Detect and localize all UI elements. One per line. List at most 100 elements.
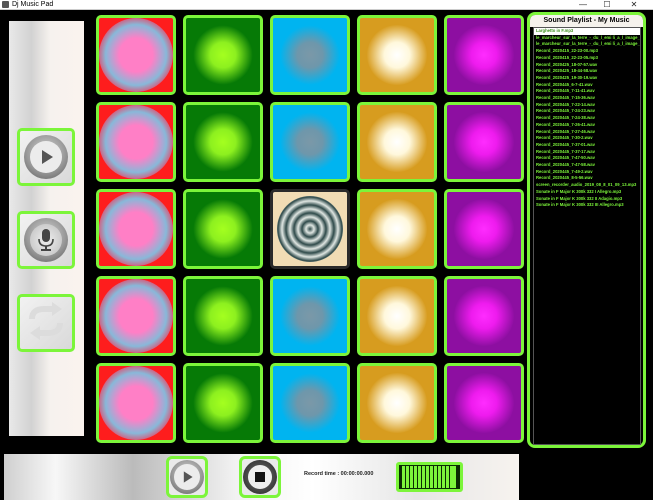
microphone-icon <box>24 218 68 262</box>
sound-pad[interactable] <box>183 363 263 443</box>
playlist-item[interactable]: Record_2020445_7-37-01.wav <box>534 142 640 149</box>
playlist-item[interactable]: le_marcheur_sur_la_terre_-_du_l_emi li_a… <box>534 35 640 42</box>
playlist-item[interactable]: Record_2020445_7-24-38.wav <box>534 115 640 122</box>
pad-glow <box>454 25 514 85</box>
playlist-item[interactable]: Record_2020415_22-23-00.mp3 <box>534 48 640 55</box>
sound-pad[interactable] <box>444 102 524 182</box>
level-bar <box>437 466 441 488</box>
sound-pad[interactable] <box>444 189 524 269</box>
pad-glow <box>367 373 427 433</box>
pad-glow <box>99 279 173 353</box>
pad-glow <box>454 373 514 433</box>
close-button[interactable]: ✕ <box>625 0 643 10</box>
sound-pad[interactable] <box>444 276 524 356</box>
sound-pad[interactable] <box>96 102 176 182</box>
playlist-item[interactable]: Record_2020445_7-49-2.wav <box>534 169 640 176</box>
sound-pad[interactable] <box>96 189 176 269</box>
play-icon <box>24 135 68 179</box>
playlist-item[interactable]: Larghetto in F.mp3 <box>534 28 640 35</box>
play-button[interactable] <box>17 128 75 186</box>
pad-glow <box>99 192 173 266</box>
sound-pad[interactable] <box>444 15 524 95</box>
level-bar <box>402 466 406 488</box>
sound-pad[interactable] <box>96 15 176 95</box>
pad-glow <box>367 112 427 172</box>
playlist-item[interactable]: Record_2020445_8-5-56.wav <box>534 175 640 182</box>
playlist-item[interactable]: Record_2020425_19-30-19.wav <box>534 75 640 82</box>
sound-pad[interactable] <box>270 363 350 443</box>
playlist-item[interactable]: Record_2020445_6-7-41.wav <box>534 82 640 89</box>
transport-play-button[interactable] <box>166 456 208 498</box>
playlist-item[interactable]: Record_2020445_7-11-41.wav <box>534 88 640 95</box>
playlist-item[interactable]: Sonate in F Major K 300k 332 III Allegro… <box>534 202 640 209</box>
playlist-item[interactable]: Sonate in F Major K 300k 332 I Allegro.m… <box>534 189 640 196</box>
playlist-item[interactable]: Record_2020445_7-15-36.wav <box>534 95 640 102</box>
sound-pad[interactable] <box>357 363 437 443</box>
pad-glow <box>99 18 173 92</box>
pad-glow <box>367 286 427 346</box>
level-bar <box>418 466 422 488</box>
playlist-list[interactable]: Larghetto in F.mp3 le_marcheur_sur_la_ter… <box>533 27 641 445</box>
level-bar <box>441 466 445 488</box>
left-control-panel <box>9 21 84 436</box>
sound-pad[interactable] <box>270 276 350 356</box>
sound-pad[interactable] <box>183 189 263 269</box>
playlist-item[interactable]: Sonate in F Major K 300k 332 II Adagio.m… <box>534 196 640 203</box>
sound-pad[interactable] <box>357 102 437 182</box>
sound-pad[interactable] <box>270 15 350 95</box>
pad-glow <box>193 286 253 346</box>
level-bar <box>429 466 433 488</box>
sound-pad[interactable] <box>183 276 263 356</box>
record-time-label: Record time : 00:00:00.000 <box>304 471 374 477</box>
sound-pad[interactable] <box>357 15 437 95</box>
playlist-item[interactable]: Record_2020445_7-27-46.wav <box>534 129 640 136</box>
playlist-item[interactable]: screen_recorder_audio_2019_08_8_01_09_13… <box>534 182 640 189</box>
repeat-button[interactable] <box>17 294 75 352</box>
minimize-button[interactable]: — <box>574 0 592 10</box>
sound-pad[interactable] <box>270 102 350 182</box>
sound-pad[interactable] <box>357 189 437 269</box>
sound-pad[interactable] <box>357 276 437 356</box>
sound-pad[interactable] <box>183 15 263 95</box>
pad-glow <box>193 25 253 85</box>
pad-glow <box>280 286 340 346</box>
playlist-item[interactable]: Record_2020425_18-44-58.wav <box>534 68 640 75</box>
playlist-item[interactable]: Record_2020445_7-47-50.wav <box>534 155 640 162</box>
title-bar: Dj Music Pad — ☐ ✕ <box>0 0 653 10</box>
playlist-item[interactable]: Record_2020425_18-07-57.wav <box>534 62 640 69</box>
level-bar <box>453 466 457 488</box>
level-bar <box>449 466 453 488</box>
playlist-item[interactable]: Record_2020445_7-47-58.wav <box>534 162 640 169</box>
sound-pad[interactable] <box>96 276 176 356</box>
playlist-item[interactable]: le_marcheur_sur_la_terre_-_du_l_emi li_a… <box>534 41 640 48</box>
playlist-item[interactable]: Record_2020445_7-24-23.wav <box>534 108 640 115</box>
sound-pad-grid <box>96 15 526 450</box>
pad-glow <box>193 199 253 259</box>
playlist-item[interactable]: Record_2020445_7-22-14.wav <box>534 102 640 109</box>
level-bar <box>445 466 449 488</box>
maximize-button[interactable]: ☐ <box>598 0 616 10</box>
sound-playlist: Sound Playlist - My Music Larghetto in F… <box>527 12 646 448</box>
playlist-item[interactable]: Record_2020445_7-37-17.wav <box>534 149 640 156</box>
sound-pad[interactable] <box>444 363 524 443</box>
level-bar <box>425 466 429 488</box>
app-window: Sound Playlist - My Music Larghetto in F… <box>0 10 653 500</box>
level-bar <box>410 466 414 488</box>
pad-glow <box>193 373 253 433</box>
bottom-transport-bar: Record time : 00:00:00.000 <box>4 454 519 500</box>
transport-stop-button[interactable] <box>239 456 281 498</box>
playlist-item[interactable]: Record_2020415_22-23-05.mp3 <box>534 55 640 62</box>
play-icon <box>170 460 204 494</box>
pad-glow <box>454 286 514 346</box>
sound-pad[interactable] <box>183 102 263 182</box>
playlist-title: Sound Playlist - My Music <box>530 15 643 27</box>
sound-pad[interactable] <box>96 363 176 443</box>
sound-pad[interactable] <box>270 189 350 269</box>
window-title: Dj Music Pad <box>12 1 54 8</box>
playlist-item[interactable]: Record_2020445_7-30-2.wav <box>534 135 640 142</box>
record-button[interactable] <box>17 211 75 269</box>
level-bar <box>414 466 418 488</box>
level-meter <box>396 462 463 492</box>
playlist-item[interactable]: Record_2020445_7-26-41.wav <box>534 122 640 129</box>
pad-glow <box>367 25 427 85</box>
